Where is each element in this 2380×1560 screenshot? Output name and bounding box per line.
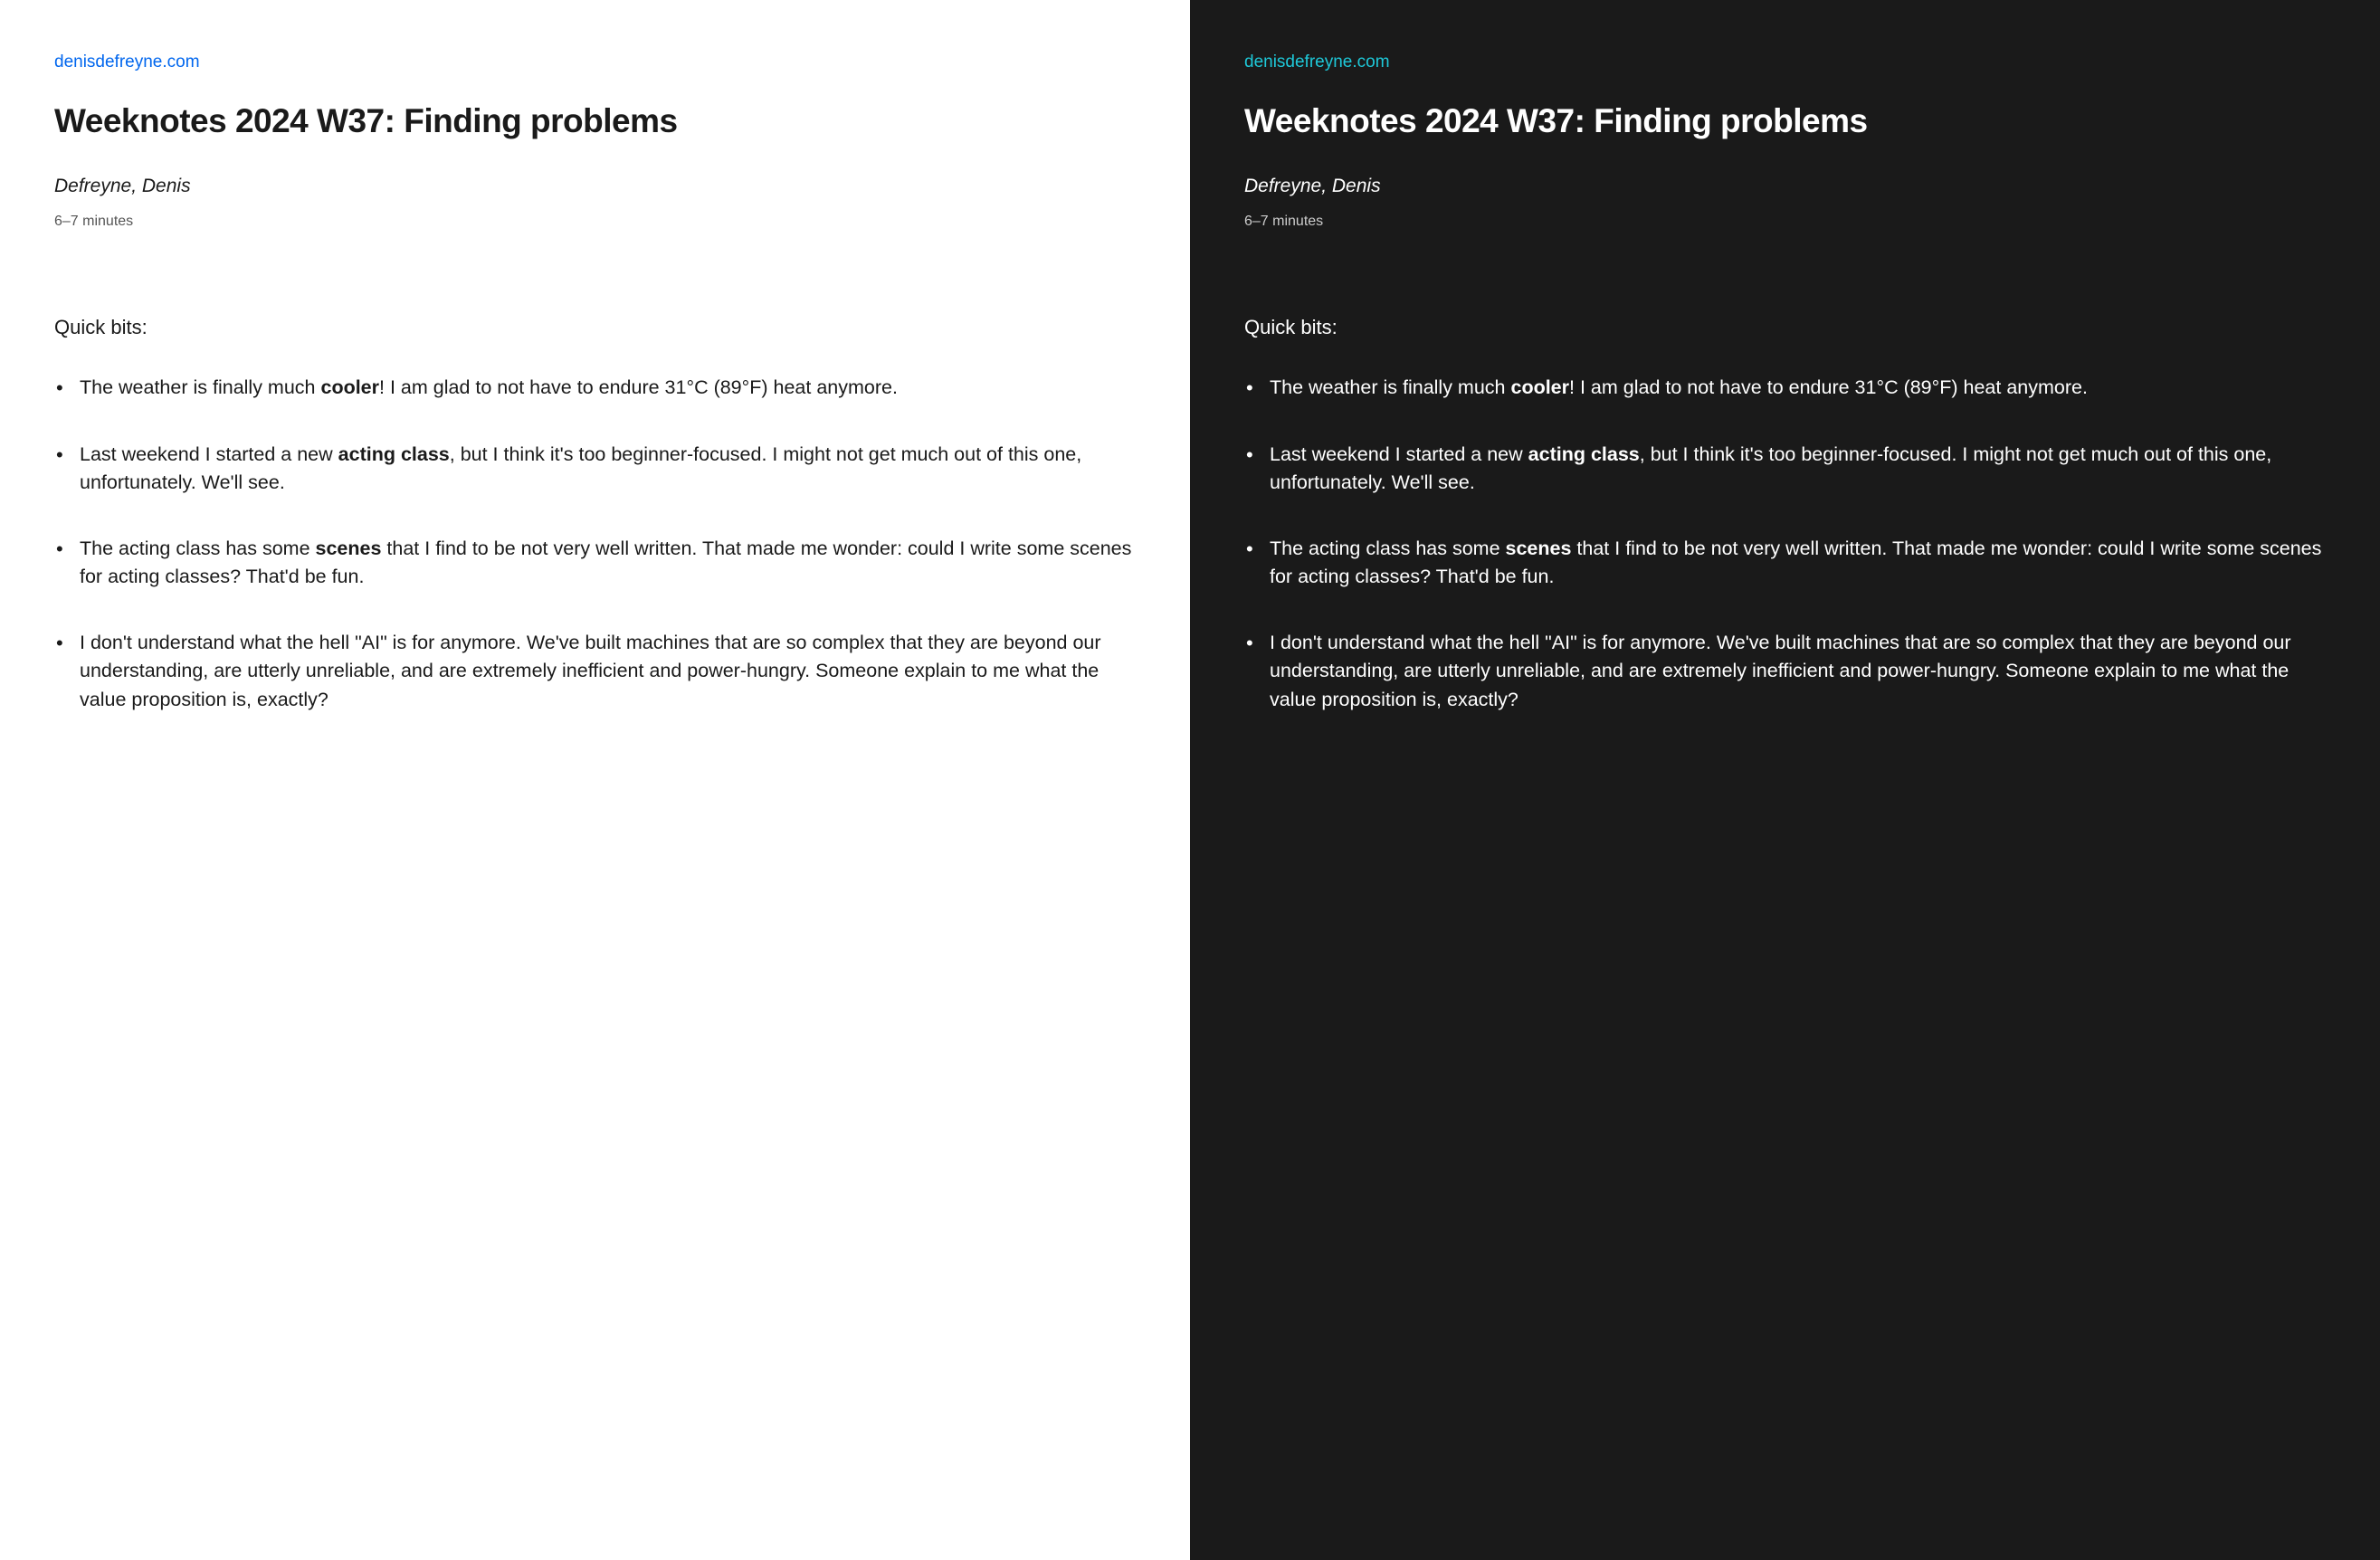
article-title: Weeknotes 2024 W37: Finding problems — [54, 101, 1136, 141]
article-title: Weeknotes 2024 W37: Finding problems — [1244, 101, 2326, 141]
intro-text: Quick bits: — [1244, 316, 2326, 339]
intro-text: Quick bits: — [54, 316, 1136, 339]
list-item: I don't understand what the hell "AI" is… — [1244, 629, 2326, 714]
bold-text: cooler — [320, 376, 379, 398]
list-item: Last weekend I started a new acting clas… — [54, 441, 1136, 497]
dark-pane: denisdefreyne.com Weeknotes 2024 W37: Fi… — [1190, 0, 2380, 1560]
bullet-list: The weather is finally much cooler! I am… — [1244, 374, 2326, 713]
bold-text: scenes — [316, 537, 382, 559]
bold-text: scenes — [1506, 537, 1572, 559]
list-item: The acting class has some scenes that I … — [54, 535, 1136, 591]
author-name: Defreyne, Denis — [54, 176, 1136, 197]
bullet-list: The weather is finally much cooler! I am… — [54, 374, 1136, 713]
author-name: Defreyne, Denis — [1244, 176, 2326, 197]
list-item: The weather is finally much cooler! I am… — [1244, 374, 2326, 402]
read-time: 6–7 minutes — [54, 214, 1136, 230]
bold-text: cooler — [1510, 376, 1569, 398]
read-time: 6–7 minutes — [1244, 214, 2326, 230]
site-link[interactable]: denisdefreyne.com — [1244, 52, 1390, 72]
list-item: I don't understand what the hell "AI" is… — [54, 629, 1136, 714]
site-link[interactable]: denisdefreyne.com — [54, 52, 200, 72]
list-item: The weather is finally much cooler! I am… — [54, 374, 1136, 402]
bold-text: acting class — [1528, 443, 1640, 465]
list-item: Last weekend I started a new acting clas… — [1244, 441, 2326, 497]
list-item: The acting class has some scenes that I … — [1244, 535, 2326, 591]
bold-text: acting class — [338, 443, 450, 465]
light-pane: denisdefreyne.com Weeknotes 2024 W37: Fi… — [0, 0, 1190, 1560]
